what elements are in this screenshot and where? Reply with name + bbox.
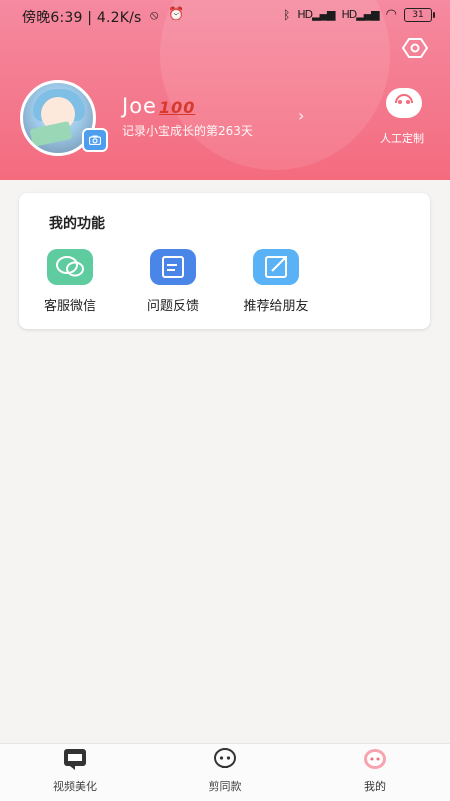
wifi-icon: ◠	[385, 7, 397, 22]
my-functions-card: 我的功能 客服微信 问题反馈 推荐给朋友	[19, 193, 430, 329]
bottom-tab-bar: 视频美化 剪同款 我的	[0, 743, 450, 801]
chevron-right-icon[interactable]: ›	[298, 106, 304, 125]
template-icon	[213, 748, 237, 770]
feedback-icon	[150, 249, 196, 285]
status-time-speed: 傍晚6:39 | 4.2K/s	[22, 10, 142, 26]
tab-mine[interactable]: 我的	[330, 748, 420, 794]
profile-icon	[363, 748, 387, 770]
my-functions-title: 我的功能	[49, 216, 105, 232]
bluetooth-icon: ᛒ	[283, 7, 291, 22]
tab-label: 剪同款	[208, 780, 242, 793]
tab-label: 我的	[364, 780, 386, 793]
func-recommend[interactable]: 推荐给朋友	[231, 249, 321, 314]
camera-icon[interactable]	[82, 128, 108, 152]
func-label: 客服微信	[43, 299, 96, 314]
signal-icon-1: HD▂▄▆	[297, 8, 335, 21]
alarm-icon: ⏰	[168, 7, 185, 22]
custom-service-icon[interactable]	[386, 88, 422, 118]
func-feedback[interactable]: 问题反馈	[128, 249, 218, 314]
func-label: 问题反馈	[146, 299, 199, 314]
tab-video-beautify[interactable]: 视频美化	[30, 748, 120, 794]
settings-icon[interactable]	[401, 37, 429, 59]
wechat-icon	[47, 249, 93, 285]
video-beautify-icon	[63, 748, 87, 770]
func-label: 推荐给朋友	[243, 299, 309, 314]
mute-icon: ⦸	[150, 8, 159, 23]
func-wechat-support[interactable]: 客服微信	[25, 249, 115, 314]
custom-service-label[interactable]: 人工定制	[380, 130, 424, 146]
battery-icon: 31	[404, 7, 435, 22]
tab-label: 视频美化	[53, 780, 97, 793]
signal-icon-2: HD▂▄▆	[341, 8, 380, 21]
username[interactable]: Joe 100	[122, 94, 195, 118]
username-text: Joe	[122, 94, 157, 118]
tab-template[interactable]: 剪同款	[180, 748, 270, 794]
share-icon	[253, 249, 299, 285]
growth-days-text: 记录小宝成长的第263天	[122, 124, 253, 138]
status-bar: 傍晚6:39 | 4.2K/s ⦸ ⏰ ᛒ HD▂▄▆ HD▂▄▆ ◠ 31	[0, 0, 450, 32]
hundred-points-badge: 100	[158, 98, 196, 117]
